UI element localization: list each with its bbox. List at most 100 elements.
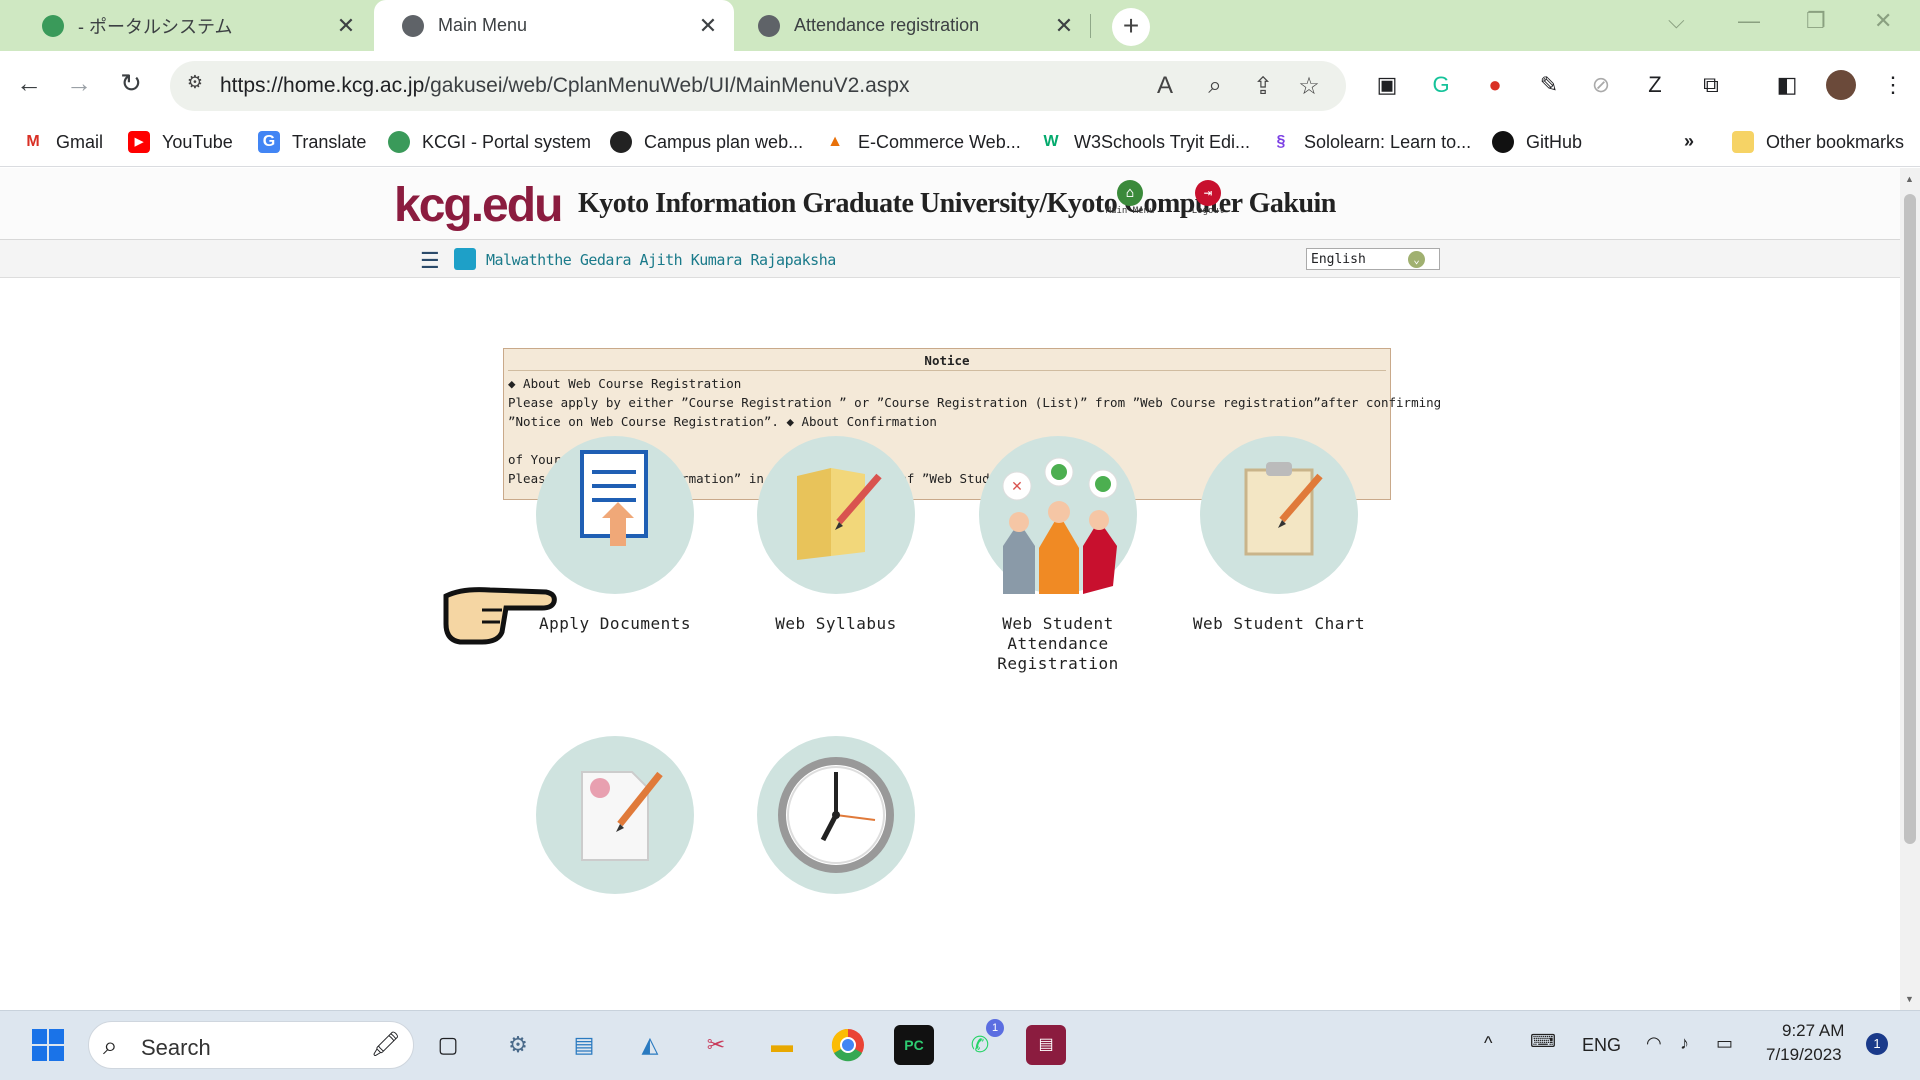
svg-text:✕: ✕ <box>1011 478 1023 494</box>
clock-time[interactable]: 9:27 AM <box>1782 1021 1844 1041</box>
bookmark-translate[interactable]: G Translate <box>258 131 366 153</box>
settings-icon[interactable]: ⚙ <box>498 1025 538 1065</box>
clock-circle[interactable] <box>757 736 915 894</box>
menu-kebab-icon[interactable]: ⋮ <box>1878 70 1908 100</box>
site-info-icon[interactable]: ⚙ <box>180 72 210 93</box>
whatsapp-badge: 1 <box>986 1019 1004 1037</box>
menu-profile-document[interactable] <box>520 736 710 914</box>
bookmark-ecommerce[interactable]: ▲ E-Commerce Web... <box>824 131 1021 153</box>
taskbar-search[interactable]: ⌕ Search 🖍 <box>88 1021 414 1069</box>
reload-icon[interactable]: ↻ <box>114 68 148 99</box>
profile-avatar[interactable] <box>1826 70 1856 100</box>
address-bar[interactable]: ⚙ https://home.kcg.ac.jp/gakusei/web/Cpl… <box>170 61 1346 111</box>
file-explorer-icon[interactable]: ▬ <box>762 1025 802 1065</box>
profile-document-icon <box>581 771 663 861</box>
profile-document-circle[interactable] <box>536 736 694 894</box>
scroll-down-icon[interactable]: ▼ <box>1905 994 1914 1004</box>
volume-icon[interactable]: ♪ <box>1680 1033 1689 1054</box>
share-icon[interactable]: ⇪ <box>1248 72 1278 101</box>
keyboard-icon[interactable]: ⌨ <box>1530 1031 1556 1052</box>
bookmark-w3schools[interactable]: W W3Schools Tryit Edi... <box>1040 131 1250 153</box>
more-bookmarks-button[interactable]: » <box>1684 131 1694 152</box>
scrollbar-thumb[interactable] <box>1904 194 1916 844</box>
language-select[interactable]: English ⌄ <box>1306 248 1440 270</box>
menu-web-student-attendance[interactable]: ✕ Web Student Attendance Registration <box>963 436 1153 674</box>
side-panel-icon[interactable]: ◧ <box>1772 70 1802 100</box>
input-language[interactable]: ENG <box>1582 1035 1621 1056</box>
clock-date[interactable]: 7/19/2023 <box>1766 1045 1842 1065</box>
zotero-icon[interactable]: Z <box>1640 70 1670 100</box>
close-window-icon[interactable]: ✕ <box>1874 8 1892 34</box>
tab-main-menu[interactable]: Main Menu ✕ <box>374 0 734 51</box>
tab-portal-system[interactable]: - ポータルシステム ✕ <box>0 0 372 51</box>
grammarly-icon[interactable]: G <box>1426 70 1456 100</box>
forward-arrow-icon[interactable]: → <box>62 68 96 99</box>
eyedropper-icon[interactable]: ✎ <box>1534 70 1564 100</box>
bookmark-kcgi-portal[interactable]: KCGI - Portal system <box>388 131 591 153</box>
tab-search-icon[interactable]: ⌵ <box>1668 8 1685 34</box>
main-menu-button[interactable]: ⌂ Main Menu <box>1100 180 1160 216</box>
puzzle-extensions-icon[interactable]: ⧉ <box>1696 70 1726 100</box>
pycharm-icon[interactable]: PC <box>894 1025 934 1065</box>
menu-clock[interactable] <box>741 736 931 914</box>
bookmark-github[interactable]: GitHub <box>1492 131 1582 153</box>
back-arrow-icon[interactable]: ← <box>12 68 46 99</box>
bookmark-campus-plan[interactable]: Campus plan web... <box>610 131 803 153</box>
tab-attendance-registration[interactable]: Attendance registration ✕ <box>734 0 1090 51</box>
control-panel-icon[interactable]: ▤ <box>564 1025 604 1065</box>
kcg-logo[interactable]: kcg.edu <box>394 178 563 233</box>
battery-icon[interactable]: ▭ <box>1716 1033 1733 1054</box>
bookmark-star-icon[interactable]: ☆ <box>1294 72 1324 101</box>
show-hidden-icons-icon[interactable]: ^ <box>1484 1033 1492 1054</box>
chrome-icon[interactable] <box>828 1025 868 1065</box>
web-syllabus-circle[interactable] <box>757 436 915 594</box>
bookmark-label: GitHub <box>1526 131 1583 152</box>
app-window-icon[interactable]: ▤ <box>1026 1025 1066 1065</box>
menu-apply-documents[interactable]: Apply Documents <box>520 436 710 634</box>
menu-label: Web Student Chart <box>1192 614 1366 633</box>
bookmark-label: Sololearn: Learn to... <box>1304 131 1472 152</box>
new-tab-button[interactable]: + <box>1112 8 1150 46</box>
user-name[interactable]: Malwaththe Gedara Ajith Kumara Rajapaksh… <box>486 251 836 269</box>
close-tab-icon[interactable]: ✕ <box>334 13 358 39</box>
scroll-up-icon[interactable]: ▲ <box>1905 174 1914 184</box>
logout-button[interactable]: ⇥ Logout <box>1178 180 1238 216</box>
whatsapp-icon[interactable]: ✆ 1 <box>960 1019 1004 1065</box>
windows-start-icon[interactable] <box>28 1025 68 1065</box>
bookmark-sololearn[interactable]: § Sololearn: Learn to... <box>1270 131 1472 153</box>
folder-icon <box>1732 131 1754 153</box>
url-text[interactable]: https://home.kcg.ac.jp/gakusei/web/Cplan… <box>220 74 910 98</box>
pin-extension-icon[interactable]: ● <box>1480 70 1510 100</box>
github-icon <box>1492 131 1514 153</box>
notification-badge[interactable]: 1 <box>1866 1033 1888 1055</box>
list-menu-icon[interactable]: ☰ <box>420 248 440 274</box>
wifi-icon[interactable]: ◠ <box>1646 1033 1662 1054</box>
bookmark-gmail[interactable]: M Gmail <box>22 131 103 153</box>
other-bookmarks-folder[interactable]: Other bookmarks <box>1732 131 1904 153</box>
zoom-icon[interactable]: ⌕ <box>1200 72 1230 100</box>
snipping-tool-icon[interactable]: ✂ <box>696 1025 736 1065</box>
bookmark-youtube[interactable]: ▶ YouTube <box>128 131 233 153</box>
minimize-icon[interactable]: — <box>1738 8 1760 34</box>
menu-web-syllabus[interactable]: Web Syllabus <box>741 436 931 634</box>
close-tab-icon[interactable]: ✕ <box>1052 13 1076 39</box>
apply-documents-circle[interactable] <box>536 436 694 594</box>
menu-web-student-chart[interactable]: Web Student Chart <box>1184 436 1374 634</box>
extension-icon[interactable]: ▣ <box>1372 70 1402 100</box>
menu-label: Apply Documents <box>539 614 691 633</box>
student-chart-circle[interactable] <box>1200 436 1358 594</box>
photos-icon[interactable]: ◭ <box>630 1025 670 1065</box>
search-placeholder: Search <box>141 1035 211 1060</box>
notice-title: Notice <box>508 351 1386 371</box>
page-scrollbar[interactable]: ▲ ▼ <box>1900 168 1920 1010</box>
document-upload-icon <box>580 450 648 546</box>
compass-icon[interactable]: ⊘ <box>1586 70 1616 100</box>
globe-icon <box>610 131 632 153</box>
task-view-icon[interactable]: ▢ <box>428 1025 468 1065</box>
close-tab-icon[interactable]: ✕ <box>696 13 720 39</box>
translate-page-icon[interactable]: A <box>1150 72 1180 100</box>
tab-separator <box>1090 14 1091 38</box>
clipboard-pencil-icon <box>1244 462 1323 556</box>
restore-icon[interactable]: ❐ <box>1806 8 1826 34</box>
attendance-circle[interactable]: ✕ <box>979 436 1137 594</box>
